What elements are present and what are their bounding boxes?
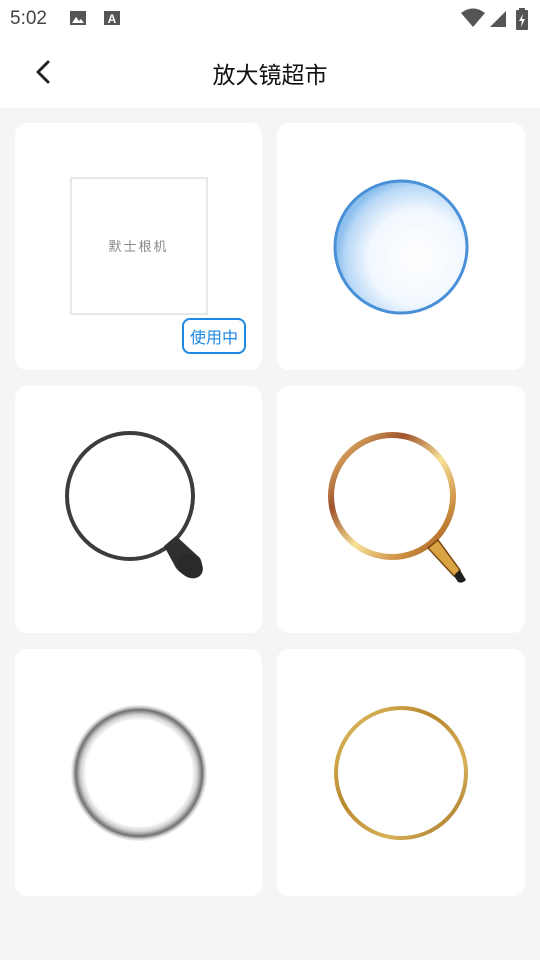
default-preview-text: 默士根机 (108, 240, 169, 255)
app-header: 放大镜超市 (0, 36, 540, 108)
magnifier-card-default[interactable]: 默士根机 使用中 (15, 123, 262, 370)
magnifier-card-gold-ring[interactable] (277, 649, 525, 896)
dark-magnifier-icon (64, 430, 203, 578)
blue-glass-magnifier-icon (333, 179, 469, 314)
default-preview: 默士根机 (69, 176, 208, 315)
magnifier-card-silver-ring[interactable] (15, 649, 262, 896)
magnifier-grid: 默士根机 使用中 (15, 123, 525, 896)
in-use-badge: 使用中 (181, 318, 246, 354)
battery-icon (516, 8, 528, 30)
image-icon (70, 11, 86, 25)
magnifier-card-gold-copper[interactable] (277, 386, 525, 633)
silver-ring-magnifier-icon (70, 704, 207, 841)
text-a-icon: A (104, 11, 120, 26)
magnifier-card-dark[interactable] (15, 386, 262, 633)
gold-ring-magnifier-icon (334, 705, 468, 840)
page-title: 放大镜超市 (212, 63, 328, 89)
gold-copper-magnifier-icon (328, 431, 466, 583)
magnifier-card-blue-glass[interactable] (277, 123, 525, 370)
signal-icon (490, 11, 506, 27)
status-bar: 5:02 A (0, 0, 540, 36)
wifi-icon (461, 8, 485, 27)
svg-text:A: A (108, 12, 117, 26)
status-time: 5:02 (10, 8, 47, 29)
